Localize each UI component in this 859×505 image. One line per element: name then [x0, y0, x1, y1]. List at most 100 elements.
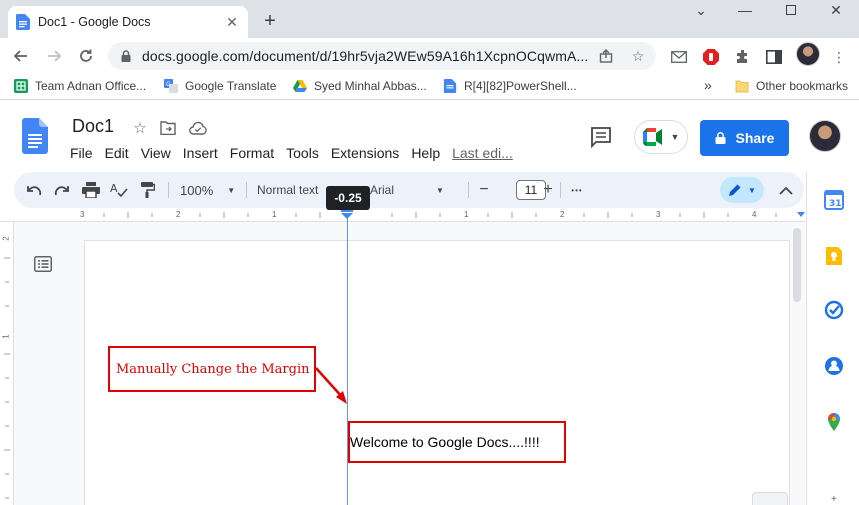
dropdown-arrow-icon: ▼ [227, 185, 236, 195]
dropdown-arrow-icon: ▼ [436, 185, 444, 195]
meet-button[interactable]: ▼ [634, 120, 688, 154]
browser-tabstrip: Doc1 - Google Docs ✕ + ⌄ — ✕ [0, 0, 859, 38]
toolbar-divider [560, 182, 561, 198]
document-title[interactable]: Doc1 [72, 116, 114, 137]
vertical-ruler[interactable]: 2 1 [0, 222, 14, 505]
share-label: Share [735, 130, 775, 146]
document-body-text[interactable]: Welcome to Google Docs....!!!! [350, 434, 540, 450]
toolbar-divider [168, 182, 169, 198]
bookmarks-bar: Team Adnan Office... G Google Translate … [0, 74, 859, 100]
star-icon[interactable]: ☆ [130, 118, 150, 138]
bookmark-item[interactable]: Team Adnan Office... [14, 79, 146, 93]
tab-title: Doc1 - Google Docs [38, 15, 151, 29]
ruler-ticks [103, 212, 805, 218]
toolbar-divider [468, 182, 469, 198]
tab-close-icon[interactable]: ✕ [224, 14, 240, 30]
pencil-icon [729, 184, 741, 196]
google-contacts-icon[interactable] [824, 356, 844, 376]
docs-menubar: File Edit View Insert Format Tools Exten… [70, 145, 525, 161]
google-tasks-icon[interactable] [824, 300, 844, 320]
extensions-puzzle-icon[interactable] [734, 48, 752, 66]
font-select[interactable]: Arial ▼ [370, 181, 462, 199]
svg-text:G: G [166, 81, 171, 88]
docs-header: Doc1 ☆ File Edit View Insert Format Tool… [0, 100, 859, 170]
share-page-icon[interactable] [598, 48, 614, 64]
menu-view[interactable]: View [141, 145, 171, 161]
more-options-icon[interactable]: ••• [568, 181, 586, 199]
vertical-scrollbar[interactable] [793, 228, 801, 302]
collapse-menus-icon[interactable] [776, 181, 796, 199]
bookmark-item[interactable]: R[4][82]PowerShell... [443, 79, 577, 93]
bookmark-item[interactable]: G Google Translate [164, 79, 276, 93]
explore-button[interactable] [752, 492, 788, 505]
adblock-extension-icon[interactable] [702, 48, 720, 66]
google-docs-logo-icon[interactable] [22, 118, 48, 154]
side-apps-panel: 31 + [806, 172, 859, 505]
increase-font-size-button[interactable]: + [538, 181, 558, 199]
menu-tools[interactable]: Tools [286, 145, 319, 161]
cloud-saved-icon[interactable] [188, 118, 208, 138]
bookmark-label: Syed Minhal Abbas... [314, 79, 427, 93]
menu-help[interactable]: Help [411, 145, 440, 161]
address-bar-row: docs.google.com/document/d/19hr5vja2WEw5… [0, 38, 859, 74]
chevron-down-icon: ▼ [670, 132, 680, 142]
browser-tab[interactable]: Doc1 - Google Docs ✕ [8, 6, 248, 38]
document-outline-icon[interactable] [34, 256, 52, 272]
maximize-icon[interactable] [768, 0, 814, 20]
browser-profile-avatar[interactable] [796, 42, 820, 66]
forward-icon[interactable] [42, 44, 66, 68]
menu-edit[interactable]: Edit [105, 145, 129, 161]
chevron-down-icon[interactable]: ⌄ [678, 0, 724, 20]
print-icon[interactable] [80, 181, 102, 199]
menu-format[interactable]: Format [230, 145, 274, 161]
google-keep-icon[interactable] [824, 246, 844, 266]
share-button[interactable]: Share [700, 120, 789, 156]
reload-icon[interactable] [74, 44, 98, 68]
bookmark-star-icon[interactable]: ☆ [630, 48, 646, 64]
last-edit-link[interactable]: Last edi... [452, 145, 513, 161]
horizontal-ruler[interactable]: 3 2 1 1 2 3 4 [0, 208, 805, 222]
lock-icon[interactable] [120, 50, 132, 62]
editing-mode-button[interactable]: ▼ [720, 177, 764, 203]
highlighted-body-text: Welcome to Google Docs....!!!! [348, 421, 566, 463]
comment-history-icon[interactable] [590, 126, 612, 148]
menu-file[interactable]: File [70, 145, 93, 161]
lock-icon [715, 132, 726, 144]
google-maps-icon[interactable] [824, 412, 844, 432]
side-panel-icon[interactable] [765, 48, 783, 66]
bookmark-label: Google Translate [185, 79, 277, 93]
other-bookmarks[interactable]: Other bookmarks [735, 79, 848, 93]
bookmark-label: R[4][82]PowerShell... [464, 79, 577, 93]
margin-value-tooltip: -0.25 [326, 186, 370, 210]
docs-toolbar: A 100% ▼ Normal text Arial ▼ − 11 + ••• … [14, 172, 804, 208]
undo-icon[interactable] [24, 181, 44, 199]
back-icon[interactable] [9, 44, 33, 68]
new-tab-icon[interactable]: + [258, 9, 282, 33]
menu-extensions[interactable]: Extensions [331, 145, 399, 161]
move-folder-icon[interactable] [158, 118, 178, 138]
zoom-select[interactable]: 100% ▼ [180, 181, 238, 199]
annotation-text: Manually Change the Margin [116, 361, 310, 377]
decrease-font-size-button[interactable]: − [474, 181, 494, 199]
google-calendar-icon[interactable]: 31 [824, 190, 844, 210]
menu-insert[interactable]: Insert [183, 145, 218, 161]
more-apps-icon[interactable]: + [831, 494, 837, 505]
spellcheck-icon[interactable]: A [108, 181, 130, 199]
bookmark-item[interactable]: Syed Minhal Abbas... [293, 79, 427, 93]
omnibox[interactable]: docs.google.com/document/d/19hr5vja2WEw5… [108, 42, 656, 70]
paint-format-icon[interactable] [138, 181, 158, 199]
close-window-icon[interactable]: ✕ [813, 0, 859, 20]
dropdown-arrow-icon: ▼ [748, 185, 756, 195]
folder-icon [735, 80, 749, 93]
minimize-icon[interactable]: — [722, 0, 768, 20]
svg-text:A: A [110, 182, 118, 195]
url-text[interactable]: docs.google.com/document/d/19hr5vja2WEw5… [142, 48, 592, 64]
mail-extension-icon[interactable] [670, 48, 688, 66]
bookmarks-overflow-icon[interactable]: » [704, 77, 712, 93]
docs-account-avatar[interactable] [809, 120, 841, 152]
left-margin-marker-icon[interactable] [340, 209, 354, 219]
bookmark-label: Team Adnan Office... [35, 79, 147, 93]
redo-icon[interactable] [52, 181, 72, 199]
browser-menu-icon[interactable]: ⋮ [830, 48, 848, 66]
zoom-value: 100% [180, 182, 214, 198]
